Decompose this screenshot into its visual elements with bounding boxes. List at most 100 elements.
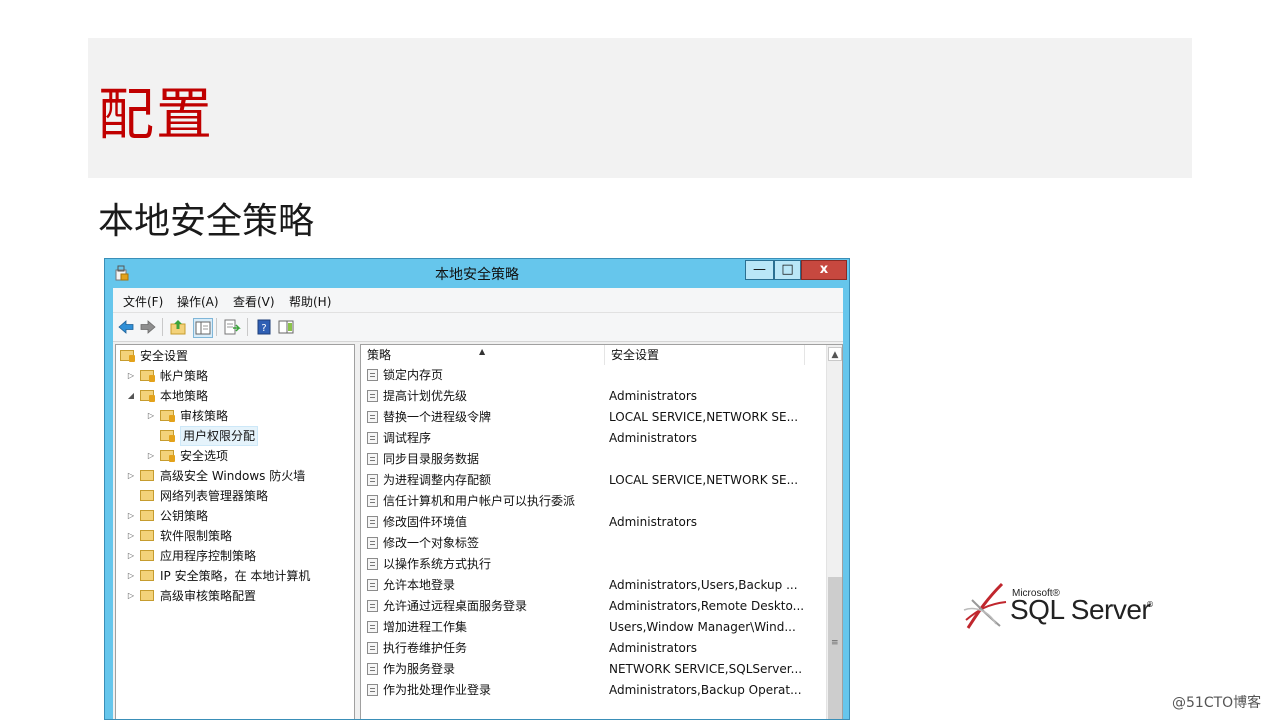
policy-row[interactable]: 修改固件环境值 Administrators bbox=[361, 512, 827, 533]
tree-item-label: 帐户策略 bbox=[160, 369, 209, 383]
policy-row[interactable]: 替换一个进程级令牌 LOCAL SERVICE,NETWORK SE... bbox=[361, 407, 827, 428]
close-button[interactable]: x bbox=[801, 260, 847, 280]
policy-name: 替换一个进程级令牌 bbox=[383, 410, 492, 424]
menu-view[interactable]: 查看(V) bbox=[233, 293, 275, 310]
policy-item-icon bbox=[367, 516, 378, 528]
tree-item-label: 应用程序控制策略 bbox=[160, 549, 257, 563]
help-icon[interactable]: ? bbox=[255, 318, 273, 336]
up-folder-icon[interactable] bbox=[169, 318, 187, 336]
policy-item-icon bbox=[367, 579, 378, 591]
policy-name: 提高计划优先级 bbox=[383, 389, 468, 403]
lock-icon bbox=[169, 455, 175, 462]
policy-name: 修改固件环境值 bbox=[383, 515, 468, 529]
policy-item-icon bbox=[367, 621, 378, 633]
tree-item-label: 审核策略 bbox=[180, 409, 229, 423]
policy-setting: Administrators bbox=[609, 515, 698, 529]
expand-arrow-icon[interactable]: ▷ bbox=[146, 447, 156, 465]
menu-help[interactable]: 帮助(H) bbox=[289, 293, 331, 310]
sql-server-swoosh-icon bbox=[963, 582, 1007, 629]
scrollbar-thumb[interactable]: ≡ bbox=[828, 577, 842, 719]
tree-item-label: 高级审核策略配置 bbox=[160, 589, 257, 603]
policy-setting: Administrators,Remote Deskto... bbox=[609, 599, 805, 613]
policy-row[interactable]: 为进程调整内存配额 LOCAL SERVICE,NETWORK SE... bbox=[361, 470, 827, 491]
policy-row[interactable]: 增加进程工作集 Users,Window Manager\Wind... bbox=[361, 617, 827, 638]
sql-server-logo: Microsoft® SQL Server ® bbox=[962, 580, 1162, 634]
policy-row[interactable]: 调试程序 Administrators bbox=[361, 428, 827, 449]
policy-item-icon bbox=[367, 558, 378, 570]
vertical-scrollbar[interactable]: ▲ ≡ bbox=[826, 345, 842, 719]
policy-row[interactable]: 同步目录服务数据 bbox=[361, 449, 827, 470]
toolbar-separator bbox=[162, 318, 163, 336]
back-arrow-icon[interactable] bbox=[117, 318, 135, 336]
menu-file[interactable]: 文件(F) bbox=[123, 293, 163, 310]
expand-arrow-icon[interactable]: ▷ bbox=[126, 507, 136, 525]
policy-row[interactable]: 作为批处理作业登录 Administrators,Backup Operat... bbox=[361, 680, 827, 701]
policy-row[interactable]: 允许通过远程桌面服务登录 Administrators,Remote Deskto… bbox=[361, 596, 827, 617]
policy-row[interactable]: 提高计划优先级 Administrators bbox=[361, 386, 827, 407]
policy-row[interactable]: 允许本地登录 Administrators,Users,Backup ... bbox=[361, 575, 827, 596]
policy-row[interactable]: 锁定内存页 bbox=[361, 365, 827, 386]
window-client-area: 文件(F) 操作(A) 查看(V) 帮助(H) ? 安全设置 ▷ 帐户策略 ◢ … bbox=[113, 288, 843, 719]
properties-pane-icon[interactable] bbox=[277, 318, 295, 336]
export-list-icon[interactable] bbox=[223, 318, 241, 336]
slide-subtitle: 本地安全策略 bbox=[98, 201, 315, 242]
policy-item-icon bbox=[367, 432, 378, 444]
policy-setting: LOCAL SERVICE,NETWORK SE... bbox=[609, 473, 799, 487]
lock-icon bbox=[129, 355, 135, 362]
policy-row[interactable]: 执行卷维护任务 Administrators bbox=[361, 638, 827, 659]
expand-arrow-icon[interactable]: ▷ bbox=[126, 527, 136, 545]
policy-name: 允许通过远程桌面服务登录 bbox=[383, 599, 528, 613]
expand-arrow-icon[interactable]: ▷ bbox=[126, 467, 136, 485]
policy-list: 策略 ▲ 安全设置 锁定内存页提高计划优先级 Administrators 替换一个… bbox=[360, 344, 843, 719]
policy-setting: Administrators bbox=[609, 641, 698, 655]
policy-item-icon bbox=[367, 390, 378, 402]
tree-item-label: 公钥策略 bbox=[160, 509, 209, 523]
lock-icon bbox=[169, 435, 175, 442]
policy-name: 以操作系统方式执行 bbox=[383, 557, 492, 571]
expand-arrow-icon[interactable]: ▷ bbox=[126, 547, 136, 565]
sort-ascending-icon: ▲ bbox=[479, 347, 486, 356]
policy-setting: NETWORK SERVICE,SQLServer... bbox=[609, 662, 803, 676]
policy-setting: Administrators bbox=[609, 389, 698, 403]
expand-arrow-icon[interactable]: ▷ bbox=[126, 567, 136, 585]
expand-arrow-icon[interactable]: ◢ bbox=[126, 387, 136, 405]
policy-item-icon bbox=[367, 369, 378, 381]
column-header-policy[interactable]: 策略 ▲ bbox=[361, 345, 605, 365]
logo-product: SQL Server bbox=[1010, 594, 1151, 625]
policy-name: 信任计算机和用户帐户可以执行委派 bbox=[383, 494, 576, 508]
expand-arrow-icon[interactable]: ▷ bbox=[126, 367, 136, 385]
policy-item-icon bbox=[367, 537, 378, 549]
window-title: 本地安全策略 bbox=[435, 267, 519, 283]
column-header-setting[interactable]: 安全设置 bbox=[605, 345, 805, 365]
lock-icon bbox=[149, 375, 155, 382]
policy-setting: LOCAL SERVICE,NETWORK SE... bbox=[609, 410, 799, 424]
toolbar-separator bbox=[247, 318, 248, 336]
expand-arrow-icon[interactable]: ▷ bbox=[126, 587, 136, 605]
policy-folder-icon bbox=[140, 470, 154, 481]
policy-row[interactable]: 修改一个对象标签 bbox=[361, 533, 827, 554]
policy-name: 允许本地登录 bbox=[383, 578, 456, 592]
watermark: @51CTO博客 bbox=[1172, 695, 1262, 711]
policy-row[interactable]: 以操作系统方式执行 bbox=[361, 554, 827, 575]
expand-arrow-icon[interactable]: ▷ bbox=[146, 407, 156, 425]
minimize-button[interactable]: — bbox=[745, 260, 774, 280]
toolbar-separator bbox=[216, 318, 217, 336]
window-titlebar[interactable]: 本地安全策略 — □ x bbox=[105, 259, 849, 287]
policy-row[interactable]: 作为服务登录 NETWORK SERVICE,SQLServer... bbox=[361, 659, 827, 680]
tree-item-label: 软件限制策略 bbox=[160, 529, 233, 543]
tree-item-label: 高级安全 Windows 防火墙 bbox=[160, 469, 306, 483]
scroll-up-button[interactable]: ▲ bbox=[828, 347, 842, 361]
policy-item-icon bbox=[367, 663, 378, 675]
forward-arrow-icon[interactable] bbox=[139, 318, 157, 336]
menu-action[interactable]: 操作(A) bbox=[177, 293, 219, 310]
lock-icon bbox=[149, 395, 155, 402]
tree-item-label: 安全选项 bbox=[180, 449, 229, 463]
maximize-button[interactable]: □ bbox=[774, 260, 801, 280]
policy-folder-icon bbox=[140, 510, 154, 521]
policy-row[interactable]: 信任计算机和用户帐户可以执行委派 bbox=[361, 491, 827, 512]
tree-item-label: 网络列表管理器策略 bbox=[160, 489, 269, 503]
show-hide-console-tree-icon[interactable] bbox=[193, 318, 213, 338]
policy-item-icon bbox=[367, 453, 378, 465]
policy-name: 修改一个对象标签 bbox=[383, 536, 480, 550]
policy-folder-icon bbox=[140, 490, 154, 501]
